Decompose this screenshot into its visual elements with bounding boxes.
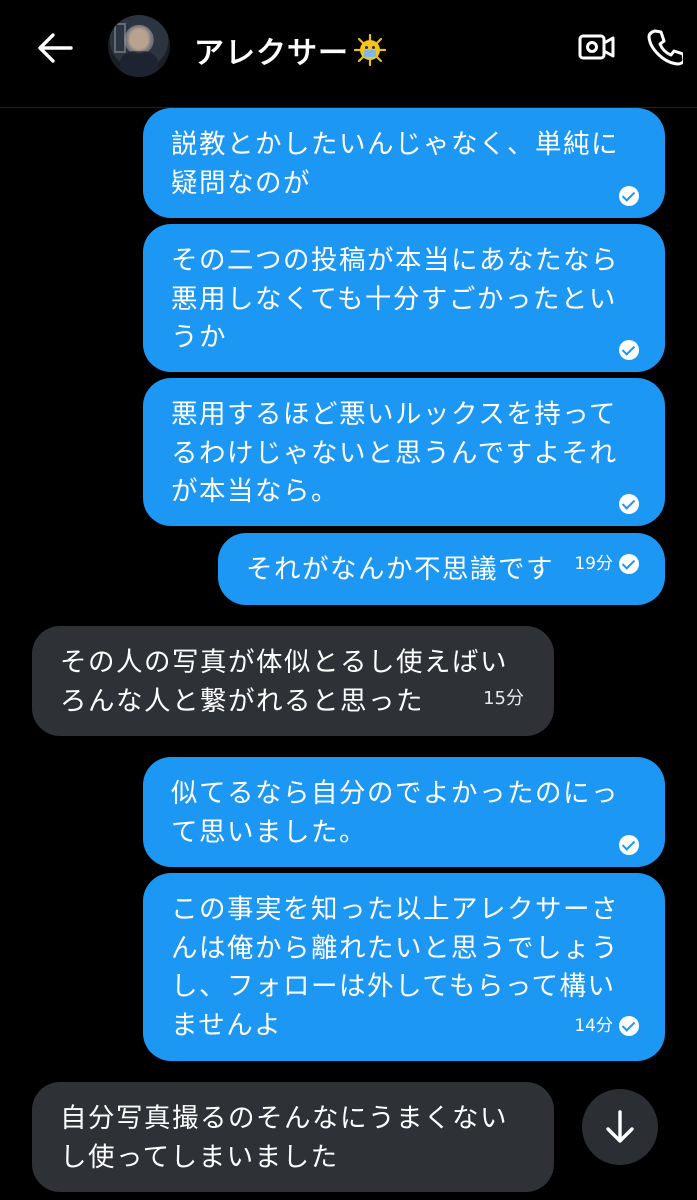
message-bubble-incoming[interactable]: その人の写真が体似とるし使えばい ろんな人と繋がれると思った 15分 xyxy=(32,626,554,736)
virus-emoji-icon xyxy=(353,33,387,67)
seen-check-icon xyxy=(619,186,639,206)
seen-check-icon xyxy=(619,340,639,360)
message-time: 19分 xyxy=(574,553,613,574)
video-call-icon[interactable] xyxy=(572,24,622,70)
back-arrow-icon[interactable] xyxy=(30,26,80,70)
message-bubble-outgoing[interactable]: その二つの投稿が本当にあなたなら 悪用しなくても十分すごかったとい うか xyxy=(143,224,665,372)
seen-check-icon xyxy=(619,553,639,574)
message-bubble-incoming[interactable]: 自分写真撮るのそんなにうまくない し使ってしまいました xyxy=(32,1082,554,1192)
seen-check-icon xyxy=(619,835,639,855)
scroll-to-bottom-button[interactable] xyxy=(582,1089,658,1165)
message-time: 14分 xyxy=(574,1015,613,1036)
message-bubble-outgoing[interactable]: 悪用するほど悪いルックスを持って るわけじゃないと思うんですよそれ が本当なら。 xyxy=(143,378,665,526)
seen-check-icon xyxy=(619,1015,639,1036)
arrow-down-icon xyxy=(606,1110,634,1143)
message-bubble-outgoing[interactable]: それがなんか不思議です 19分 xyxy=(218,533,665,605)
message-bubble-outgoing[interactable]: 説教とかしたいんじゃなく、単純に 疑問なのが xyxy=(143,108,665,218)
message-bubble-outgoing[interactable]: この事実を知った以上アレクサーさ んは俺から離れたいと思うでしょう し、フォロー… xyxy=(143,873,665,1061)
message-time: 15分 xyxy=(483,687,524,709)
chat-header: アレクサー xyxy=(0,0,697,108)
phone-call-icon[interactable] xyxy=(640,24,690,70)
seen-check-icon xyxy=(619,494,639,514)
message-bubble-outgoing[interactable]: 似てるなら自分のでよかったのにっ て思いました。 xyxy=(143,757,665,867)
contact-name[interactable]: アレクサー xyxy=(194,28,387,72)
contact-avatar[interactable] xyxy=(108,15,170,77)
